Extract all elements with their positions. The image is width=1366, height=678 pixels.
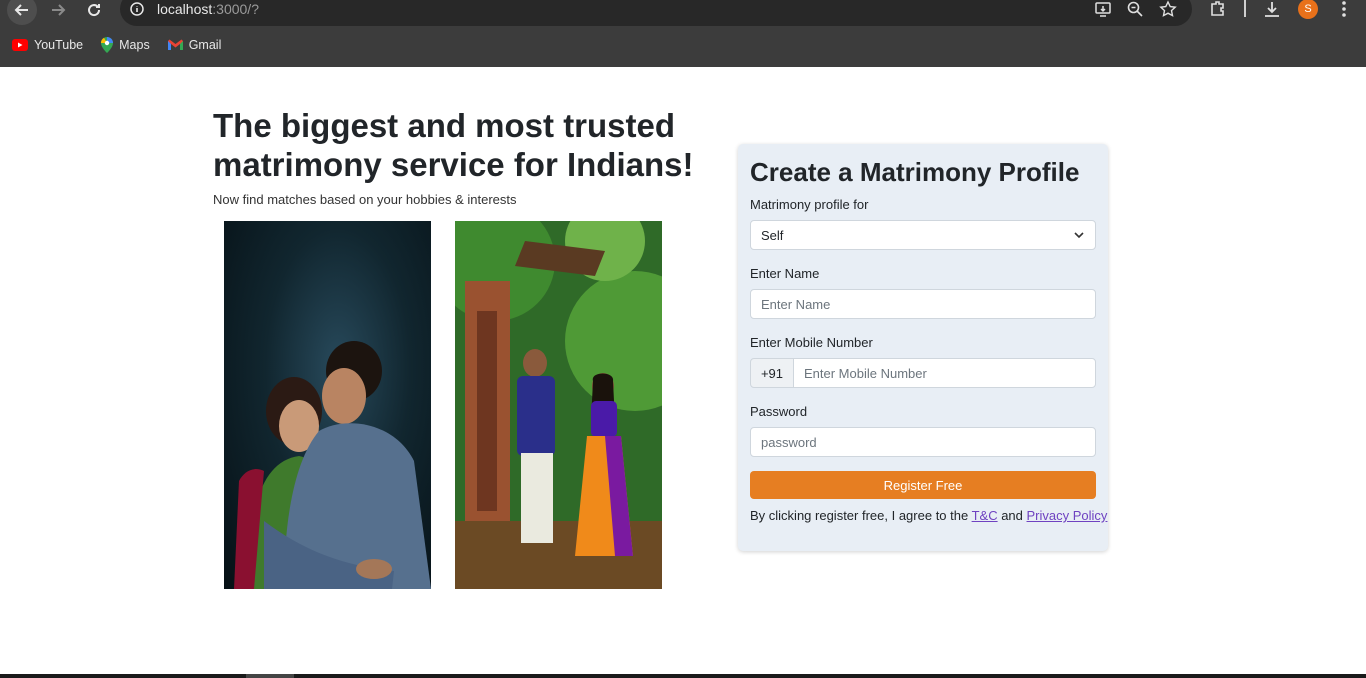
privacy-policy-link[interactable]: Privacy Policy	[1027, 508, 1108, 523]
password-label: Password	[750, 404, 808, 419]
youtube-icon	[12, 39, 28, 51]
page-content: The biggest and most trusted matrimony s…	[0, 67, 1366, 674]
register-free-button[interactable]: Register Free	[750, 471, 1096, 499]
bookmark-label: Maps	[119, 38, 150, 52]
couple-photo-1	[224, 221, 431, 589]
url-text[interactable]: localhost:3000/?	[157, 1, 259, 17]
form-title: Create a Matrimony Profile	[750, 157, 1080, 187]
bookmark-gmail[interactable]: Gmail	[167, 38, 222, 52]
arrow-right-icon	[52, 4, 66, 16]
url-path: :3000/?	[212, 1, 259, 17]
install-app-icon[interactable]	[1094, 0, 1112, 18]
forward-button[interactable]	[43, 0, 73, 25]
name-label: Enter Name	[750, 266, 820, 281]
password-input[interactable]: password	[750, 427, 1096, 457]
profile-avatar[interactable]: S	[1298, 0, 1318, 19]
browser-toolbar: localhost:3000/? S	[0, 0, 1366, 26]
hero-subtitle: Now find matches based on your hobbies &…	[213, 192, 517, 207]
extensions-icon[interactable]	[1208, 0, 1228, 19]
browser-chrome: localhost:3000/? S YouTube Maps Gmail	[0, 0, 1366, 67]
terms-and: and	[997, 508, 1027, 523]
site-info-icon[interactable]	[130, 2, 144, 16]
maps-icon	[101, 37, 114, 53]
name-input[interactable]: Enter Name	[750, 289, 1096, 319]
arrow-left-icon	[14, 4, 28, 16]
scrollbar-thumb[interactable]	[246, 674, 294, 678]
bookmarks-bar: YouTube Maps Gmail	[0, 33, 227, 57]
reload-button[interactable]	[79, 0, 109, 25]
zoom-icon[interactable]	[1126, 0, 1144, 18]
bottom-scrollbar	[0, 674, 1366, 678]
mobile-label: Enter Mobile Number	[750, 335, 873, 350]
profile-for-select[interactable]: Self	[750, 220, 1096, 250]
star-icon[interactable]	[1159, 0, 1177, 18]
country-code: +91	[750, 358, 794, 388]
tnc-link[interactable]: T&C	[972, 508, 998, 523]
terms-prefix: By clicking register free, I agree to th…	[750, 508, 972, 523]
toolbar-divider	[1244, 0, 1246, 17]
gmail-icon	[167, 39, 183, 50]
chevron-down-icon	[1074, 232, 1084, 239]
mobile-input[interactable]: Enter Mobile Number	[793, 358, 1096, 388]
bookmark-label: YouTube	[34, 38, 84, 52]
terms-text: By clicking register free, I agree to th…	[750, 508, 1107, 523]
menu-dots-icon[interactable]	[1334, 0, 1354, 19]
profile-for-label: Matrimony profile for	[750, 197, 869, 212]
bookmark-label: Gmail	[188, 38, 222, 52]
hero-title: The biggest and most trusted matrimony s…	[213, 107, 694, 183]
address-bar[interactable]: localhost:3000/?	[120, 0, 1192, 26]
bookmark-youtube[interactable]: YouTube	[12, 38, 83, 52]
reload-icon	[88, 4, 101, 17]
couple-photo-2	[455, 221, 662, 589]
back-button[interactable]	[7, 0, 37, 25]
bookmark-maps[interactable]: Maps	[101, 37, 150, 53]
profile-for-value: Self	[761, 227, 784, 243]
register-form-card: Create a Matrimony Profile Matrimony pro…	[738, 144, 1108, 551]
download-icon[interactable]	[1262, 0, 1282, 19]
url-host: localhost	[157, 1, 213, 17]
